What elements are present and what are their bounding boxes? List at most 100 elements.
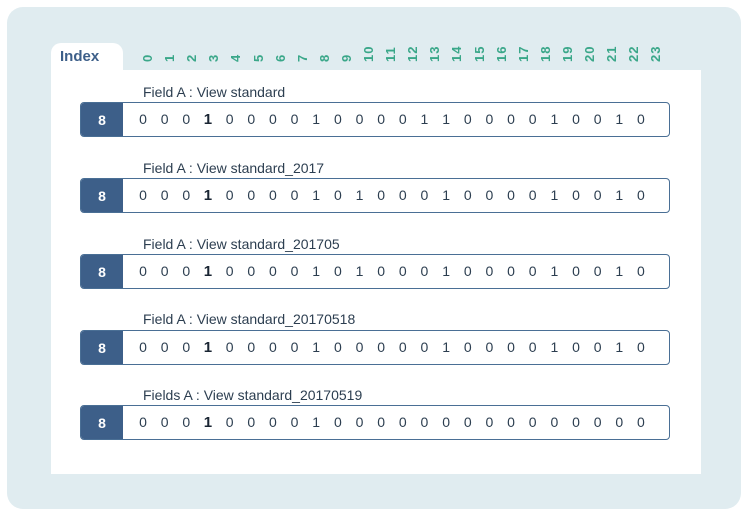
bit-cell: 0 — [160, 187, 169, 203]
bit-cell: 0 — [290, 414, 299, 430]
column-index-3: 3 — [206, 53, 222, 62]
bit-cell: 0 — [572, 414, 580, 430]
row-badge: 8 — [81, 179, 123, 212]
bit-cell: 1 — [615, 187, 624, 203]
bit-cell: 0 — [333, 339, 342, 355]
bit-cell: 0 — [593, 414, 602, 430]
bit-cell: 1 — [355, 187, 364, 203]
bit-cell: 0 — [420, 263, 429, 279]
bit-cell: 0 — [139, 187, 147, 203]
bit-cell: 0 — [182, 414, 191, 430]
bit-cell: 0 — [528, 187, 537, 203]
bit-cell: 0 — [182, 187, 191, 203]
bit-cell: 0 — [247, 111, 256, 127]
bit-cell: 0 — [290, 187, 299, 203]
bit-cell: 0 — [268, 187, 277, 203]
bit-cell: 1 — [203, 339, 213, 356]
bit-cell: 0 — [247, 263, 256, 279]
bit-cell: 0 — [355, 339, 364, 355]
column-index-15: 15 — [471, 45, 487, 62]
bit-cell: 0 — [182, 339, 191, 355]
bit-cell: 0 — [637, 111, 645, 127]
column-index-17: 17 — [515, 45, 531, 62]
column-index-9: 9 — [338, 53, 354, 62]
column-index-4: 4 — [228, 53, 244, 62]
bit-cell: 0 — [507, 111, 515, 127]
bit-cell: 1 — [550, 263, 559, 279]
column-index-10: 10 — [361, 45, 376, 62]
bit-cell: 0 — [485, 111, 494, 127]
bit-cell: 0 — [268, 339, 277, 355]
bit-cell: 0 — [528, 414, 537, 430]
column-index-22: 22 — [626, 45, 642, 62]
bit-cell: 0 — [593, 111, 602, 127]
field-title: Fields A : View standard_20170519 — [143, 387, 363, 403]
bit-cell: 1 — [550, 111, 559, 127]
bit-cell: 0 — [333, 263, 342, 279]
field-title: Field A : View standard_20170518 — [143, 311, 356, 327]
bit-cell: 0 — [398, 414, 407, 430]
bit-cell: 1 — [203, 263, 213, 280]
bit-cell: 0 — [420, 339, 429, 355]
bit-cell: 0 — [637, 339, 645, 355]
bitmap-row: 8000100001000001000010010 — [80, 330, 670, 365]
column-index-16: 16 — [493, 45, 509, 62]
bit-cell: 1 — [312, 414, 321, 430]
bit-cell: 0 — [160, 339, 169, 355]
bit-cell: 0 — [572, 263, 580, 279]
bit-cell: 0 — [398, 187, 407, 203]
bit-cell: 0 — [182, 111, 191, 127]
bit-cell: 1 — [442, 339, 450, 355]
bit-cell: 0 — [225, 263, 234, 279]
bit-cell: 0 — [333, 111, 342, 127]
bit-cell: 0 — [333, 187, 342, 203]
column-index-7: 7 — [294, 53, 310, 62]
bit-cell: 0 — [139, 111, 147, 127]
bit-cell: 0 — [507, 187, 515, 203]
bit-cell: 0 — [247, 187, 256, 203]
bit-cell: 0 — [290, 339, 299, 355]
bit-cell: 0 — [377, 414, 386, 430]
bit-cell: 1 — [312, 111, 321, 127]
bit-cell: 0 — [139, 339, 147, 355]
bit-cell: 1 — [550, 339, 559, 355]
column-index-20: 20 — [582, 45, 597, 62]
row-badge: 8 — [81, 103, 123, 136]
bit-cell: 0 — [398, 263, 407, 279]
bit-cell: 1 — [442, 111, 450, 127]
bit-cell: 0 — [528, 263, 537, 279]
column-index-2: 2 — [184, 53, 200, 62]
bit-cell: 0 — [420, 414, 429, 430]
column-index-1: 1 — [162, 53, 178, 62]
bit-cell: 0 — [572, 187, 580, 203]
bit-cell: 0 — [572, 111, 580, 127]
bit-cell: 1 — [420, 111, 429, 127]
bit-cell: 0 — [290, 111, 299, 127]
column-index-21: 21 — [604, 45, 620, 62]
bit-cell: 0 — [225, 339, 234, 355]
bit-cell: 0 — [463, 111, 472, 127]
bitmap-row: 8000100001010001000010010 — [80, 178, 670, 213]
bit-cell: 0 — [290, 263, 299, 279]
field-title: Field A : View standard_2017 — [143, 160, 325, 176]
bit-cell: 0 — [463, 414, 472, 430]
bit-cell: 0 — [377, 111, 386, 127]
field-title: Field A : View standard_201705 — [143, 236, 340, 252]
bit-cell: 0 — [139, 263, 147, 279]
row-badge: 8 — [81, 331, 123, 364]
bit-cell: 0 — [355, 111, 364, 127]
bit-cell: 0 — [593, 339, 602, 355]
bit-cell: 0 — [463, 339, 472, 355]
bit-cell: 1 — [312, 339, 321, 355]
field-title: Field A : View standard — [143, 84, 286, 100]
bit-cell: 0 — [507, 414, 515, 430]
bit-cell: 1 — [355, 263, 364, 279]
bit-cell: 0 — [463, 263, 472, 279]
row-badge: 8 — [81, 255, 123, 288]
bit-cell: 0 — [593, 187, 602, 203]
bit-cell: 1 — [203, 414, 213, 431]
bit-cell: 0 — [572, 339, 580, 355]
column-index-8: 8 — [316, 53, 332, 62]
bit-cell: 0 — [377, 339, 386, 355]
bit-cell: 0 — [377, 263, 386, 279]
